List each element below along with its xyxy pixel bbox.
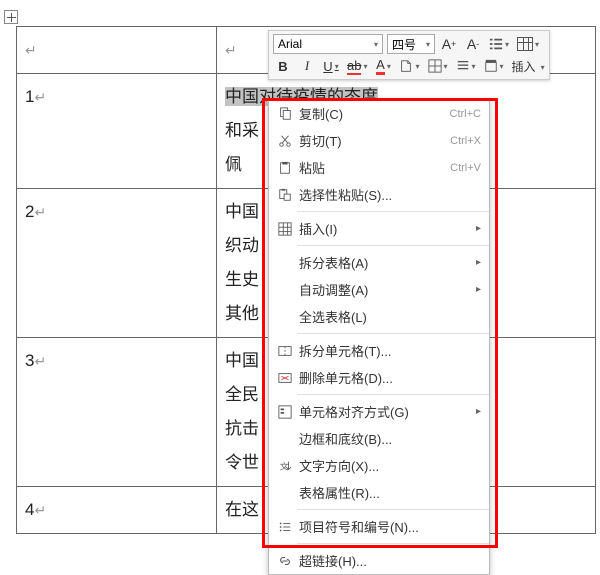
menu-item-label: 文字方向(X)... [295,456,481,475]
table-move-handle[interactable] [4,10,18,24]
menu-item-label: 超链接(H)... [295,551,481,570]
link-icon [275,554,295,568]
menu-item-label: 表格属性(R)... [295,483,481,502]
cell-text: 和采 [225,121,259,140]
cell-text: 生史 [225,270,259,289]
cell-text: 佩 [225,155,242,174]
align-button[interactable] [454,56,478,76]
menu-item[interactable]: 项目符号和编号(N)... [269,513,489,540]
menu-item[interactable]: 选择性粘贴(S)... [269,181,489,208]
menu-item[interactable]: 拆分表格(A) [269,249,489,276]
cell-text: 令世 [225,453,259,472]
cell-text: 全民 [225,385,259,404]
cell-text: 中国 [225,351,259,370]
menu-separator [297,245,489,246]
cell-text: 中国 [225,202,259,221]
paste-icon [275,161,295,175]
font-size-select[interactable]: 四号▾ [387,34,435,54]
cell-text: 织动 [225,236,259,255]
menu-separator [297,394,489,395]
insert-label: 插入 [512,58,536,75]
context-menu: 复制(C)Ctrl+C剪切(T)Ctrl+X粘贴Ctrl+V选择性粘贴(S)..… [268,99,490,575]
menu-item[interactable]: 自动调整(A) [269,276,489,303]
table-cell[interactable]: 2↵ [17,189,217,338]
header-cell[interactable]: ↵ [17,27,217,74]
highlight-button[interactable] [397,56,421,76]
delete-cell-icon [275,371,295,385]
cell-text: 抗击 [225,419,259,438]
underline-button[interactable]: U [321,56,341,76]
menu-separator [297,333,489,334]
font-shrink-button[interactable]: A- [463,34,483,54]
list-icon [275,520,295,534]
menu-item[interactable]: 超链接(H)... [269,547,489,574]
menu-item[interactable]: 全选表格(L) [269,303,489,330]
menu-item-label: 删除单元格(D)... [295,368,481,387]
border-button[interactable] [426,56,450,76]
shading-button[interactable] [482,56,506,76]
cell-text: 其他 [225,304,259,323]
svg-text:文: 文 [280,460,289,471]
list-format-button[interactable] [487,34,511,54]
paste-special-icon [275,188,295,202]
menu-item-label: 单元格对齐方式(G) [295,402,472,421]
menu-item-label: 自动调整(A) [295,280,472,299]
menu-item-label: 拆分表格(A) [295,253,472,272]
cell-text: 在这 [225,500,259,519]
menu-item[interactable]: 拆分单元格(T)... [269,337,489,364]
menu-item[interactable]: 文文字方向(X)... [269,452,489,479]
table-insert-button[interactable] [515,34,541,54]
menu-shortcut: Ctrl+C [450,108,481,120]
menu-item[interactable]: 表格属性(R)... [269,479,489,506]
italic-button[interactable]: I [297,56,317,76]
split-cell-icon [275,344,295,358]
bold-button[interactable]: B [273,56,293,76]
menu-separator [297,211,489,212]
font-family-select[interactable]: Arial▾ [273,34,383,54]
floating-format-toolbar: Arial▾ 四号▾ A+ A- B I U ab A 插入 [268,30,550,80]
text-direction-icon: 文 [275,459,295,473]
menu-item-label: 粘贴 [295,158,450,177]
menu-item-label: 拆分单元格(T)... [295,341,481,360]
align-icon [275,405,295,419]
menu-item-label: 剪切(T) [295,131,450,150]
menu-item-label: 全选表格(L) [295,307,481,326]
table-icon [517,37,533,51]
menu-item[interactable]: 剪切(T)Ctrl+X [269,127,489,154]
menu-item[interactable]: 插入(I) [269,215,489,242]
menu-item-label: 项目符号和编号(N)... [295,517,481,536]
menu-item[interactable]: 粘贴Ctrl+V [269,154,489,181]
menu-shortcut: Ctrl+X [450,135,481,147]
menu-item[interactable]: 单元格对齐方式(G) [269,398,489,425]
menu-shortcut: Ctrl+V [450,162,481,174]
menu-item[interactable]: 边框和底纹(B)... [269,425,489,452]
menu-separator [297,509,489,510]
menu-item-label: 边框和底纹(B)... [295,429,481,448]
menu-item[interactable]: 复制(C)Ctrl+C [269,100,489,127]
table-cell[interactable]: 3↵ [17,338,217,487]
menu-item[interactable]: 删除单元格(D)... [269,364,489,391]
menu-item-label: 选择性粘贴(S)... [295,185,481,204]
cut-icon [275,134,295,148]
font-color-button[interactable]: A [373,56,393,76]
table-cell[interactable]: 4↵ [17,487,217,534]
menu-item-label: 复制(C) [295,104,450,123]
copy-icon [275,107,295,121]
insert-dropdown[interactable] [540,57,545,75]
insert-icon [275,222,295,236]
strikethrough-button[interactable]: ab [345,56,369,76]
font-grow-button[interactable]: A+ [439,34,459,54]
menu-item-label: 插入(I) [295,219,472,238]
menu-separator [297,543,489,544]
table-cell[interactable]: 1↵ [17,74,217,189]
